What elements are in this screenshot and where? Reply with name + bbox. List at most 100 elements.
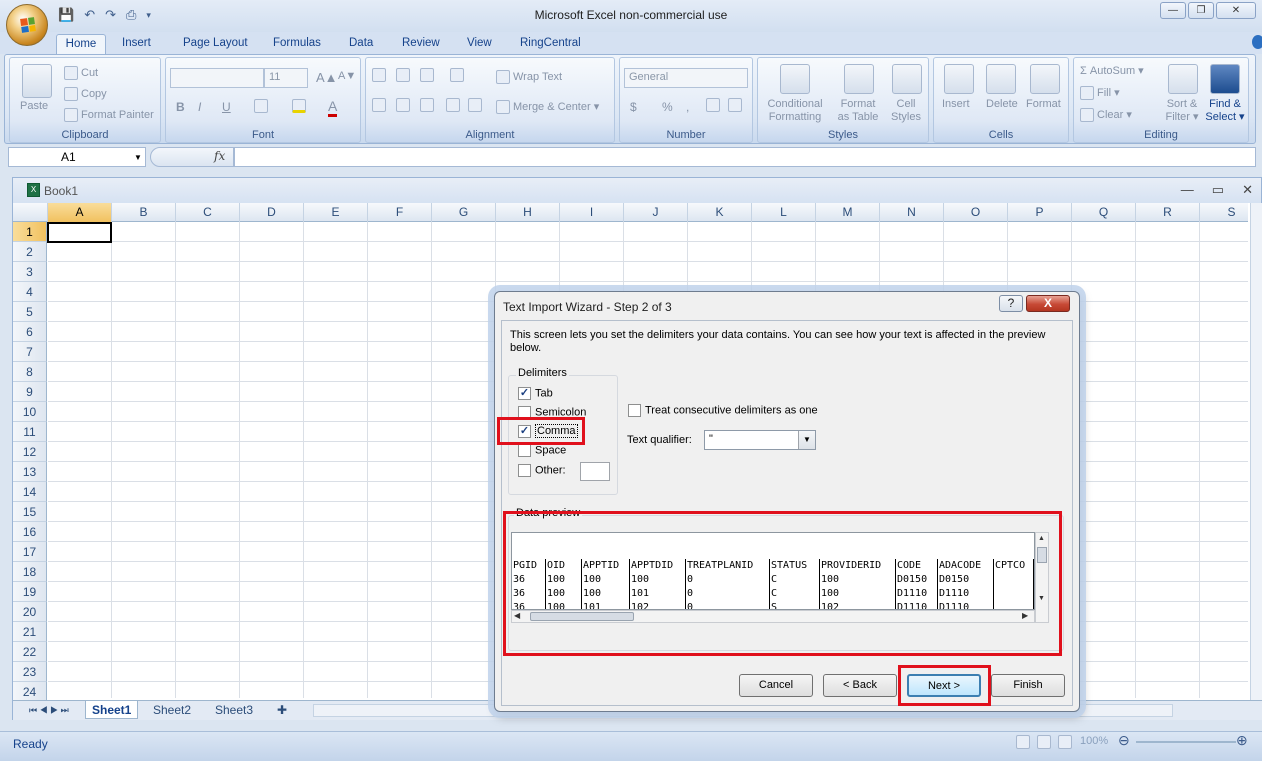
paste-icon[interactable] bbox=[22, 64, 52, 98]
fill-button[interactable]: Fill ▾ bbox=[1080, 86, 1120, 101]
row-header[interactable]: 10 bbox=[13, 402, 47, 422]
align-top-icon[interactable] bbox=[372, 68, 389, 82]
column-header[interactable]: R bbox=[1136, 203, 1200, 222]
row-header[interactable]: 5 bbox=[13, 302, 47, 322]
percent-button[interactable]: % bbox=[662, 100, 673, 114]
formula-input[interactable] bbox=[234, 147, 1256, 167]
sheet-tab-3[interactable]: Sheet3 bbox=[209, 701, 259, 719]
orientation-icon[interactable] bbox=[450, 68, 467, 82]
merge-center-button[interactable]: Merge & Center ▾ bbox=[496, 100, 599, 115]
row-header[interactable]: 17 bbox=[13, 542, 47, 562]
column-header[interactable]: J bbox=[624, 203, 688, 222]
align-right-icon[interactable] bbox=[420, 98, 437, 112]
tab-formulas[interactable]: Formulas bbox=[265, 34, 329, 54]
align-bottom-icon[interactable] bbox=[420, 68, 437, 82]
page-layout-view-icon[interactable] bbox=[1037, 735, 1051, 749]
format-as-table-button[interactable]: Format as Table bbox=[830, 98, 886, 124]
row-header[interactable]: 24 bbox=[13, 682, 47, 702]
increase-indent-icon[interactable] bbox=[468, 98, 485, 112]
office-button[interactable] bbox=[6, 4, 48, 46]
cancel-button[interactable]: Cancel bbox=[739, 674, 813, 697]
decrease-indent-icon[interactable] bbox=[446, 98, 463, 112]
insert-cells-button[interactable]: Insert bbox=[942, 98, 970, 110]
autosum-button[interactable]: Σ AutoSum ▾ bbox=[1080, 64, 1144, 77]
row-header[interactable]: 2 bbox=[13, 242, 47, 262]
zoom-slider[interactable] bbox=[1136, 741, 1236, 743]
format-as-table-icon[interactable] bbox=[844, 64, 874, 94]
minimize-button[interactable]: — bbox=[1160, 2, 1186, 19]
cut-button[interactable]: Cut bbox=[64, 66, 98, 80]
align-center-icon[interactable] bbox=[396, 98, 413, 112]
clear-button[interactable]: Clear ▾ bbox=[1080, 108, 1132, 123]
conditional-formatting-icon[interactable] bbox=[780, 64, 810, 94]
column-header[interactable]: C bbox=[176, 203, 240, 222]
row-header[interactable]: 20 bbox=[13, 602, 47, 622]
decrease-decimal-icon[interactable] bbox=[728, 98, 745, 112]
dialog-close-button[interactable]: X bbox=[1026, 295, 1070, 312]
comma-style-button[interactable]: , bbox=[686, 100, 689, 114]
workbook-close-icon[interactable]: ✕ bbox=[1242, 182, 1253, 198]
maximize-button[interactable]: ❐ bbox=[1188, 2, 1214, 19]
normal-view-icon[interactable] bbox=[1016, 735, 1030, 749]
tab-view[interactable]: View bbox=[459, 34, 500, 54]
dialog-help-button[interactable]: ? bbox=[999, 295, 1023, 312]
column-header[interactable]: I bbox=[560, 203, 624, 222]
find-select-button[interactable]: Find & Select ▾ bbox=[1204, 98, 1246, 124]
row-header[interactable]: 4 bbox=[13, 282, 47, 302]
borders-icon[interactable] bbox=[254, 99, 271, 113]
format-cells-button[interactable]: Format bbox=[1026, 98, 1061, 110]
font-color-icon[interactable]: A bbox=[328, 98, 338, 117]
cell-styles-icon[interactable] bbox=[892, 64, 922, 94]
insert-sheet-icon[interactable]: ✚ bbox=[271, 701, 293, 719]
font-size-select[interactable]: 11 bbox=[264, 68, 308, 88]
conditional-formatting-button[interactable]: Conditional Formatting bbox=[762, 98, 828, 124]
align-middle-icon[interactable] bbox=[396, 68, 413, 82]
name-box[interactable]: A1 bbox=[8, 147, 146, 167]
page-break-view-icon[interactable] bbox=[1058, 735, 1072, 749]
sort-filter-icon[interactable] bbox=[1168, 64, 1198, 94]
column-header[interactable]: O bbox=[944, 203, 1008, 222]
increase-decimal-icon[interactable] bbox=[706, 98, 723, 112]
column-header[interactable]: B bbox=[112, 203, 176, 222]
space-checkbox[interactable]: Space bbox=[518, 444, 566, 457]
help-icon[interactable] bbox=[1252, 35, 1262, 49]
column-header[interactable]: D bbox=[240, 203, 304, 222]
workbook-restore-icon[interactable]: ▭ bbox=[1212, 182, 1224, 198]
workbook-minimize-icon[interactable]: — bbox=[1181, 182, 1194, 198]
copy-button[interactable]: Copy bbox=[64, 87, 107, 101]
currency-button[interactable]: $ bbox=[630, 100, 637, 114]
tab-data[interactable]: Data bbox=[341, 34, 381, 54]
grow-font-icon[interactable]: A▲ bbox=[316, 70, 338, 85]
other-delimiter-input[interactable] bbox=[580, 462, 610, 481]
number-format-select[interactable]: General bbox=[624, 68, 748, 88]
row-header[interactable]: 6 bbox=[13, 322, 47, 342]
row-header[interactable]: 21 bbox=[13, 622, 47, 642]
tab-insert[interactable]: Insert bbox=[114, 34, 159, 54]
column-header[interactable]: H bbox=[496, 203, 560, 222]
row-header[interactable]: 22 bbox=[13, 642, 47, 662]
paste-button[interactable]: Paste bbox=[20, 100, 48, 112]
zoom-out-icon[interactable]: ⊖ bbox=[1118, 732, 1130, 749]
column-header[interactable]: P bbox=[1008, 203, 1072, 222]
active-cell[interactable] bbox=[47, 222, 112, 243]
column-header[interactable]: N bbox=[880, 203, 944, 222]
row-header[interactable]: 3 bbox=[13, 262, 47, 282]
bold-button[interactable]: B bbox=[176, 100, 185, 114]
row-header[interactable]: 1 bbox=[13, 222, 47, 242]
row-header[interactable]: 7 bbox=[13, 342, 47, 362]
row-header[interactable]: 14 bbox=[13, 482, 47, 502]
font-name-select[interactable] bbox=[170, 68, 264, 88]
other-checkbox[interactable]: Other: bbox=[518, 464, 566, 477]
column-header[interactable]: Q bbox=[1072, 203, 1136, 222]
row-header[interactable]: 15 bbox=[13, 502, 47, 522]
column-header[interactable]: M bbox=[816, 203, 880, 222]
insert-cells-icon[interactable] bbox=[944, 64, 974, 94]
row-header[interactable]: 19 bbox=[13, 582, 47, 602]
row-header[interactable]: 18 bbox=[13, 562, 47, 582]
tab-page-layout[interactable]: Page Layout bbox=[175, 34, 256, 54]
align-left-icon[interactable] bbox=[372, 98, 389, 112]
back-button[interactable]: < Back bbox=[823, 674, 897, 697]
format-cells-icon[interactable] bbox=[1030, 64, 1060, 94]
wrap-text-button[interactable]: Wrap Text bbox=[496, 70, 562, 84]
sort-filter-button[interactable]: Sort & Filter ▾ bbox=[1162, 98, 1202, 124]
